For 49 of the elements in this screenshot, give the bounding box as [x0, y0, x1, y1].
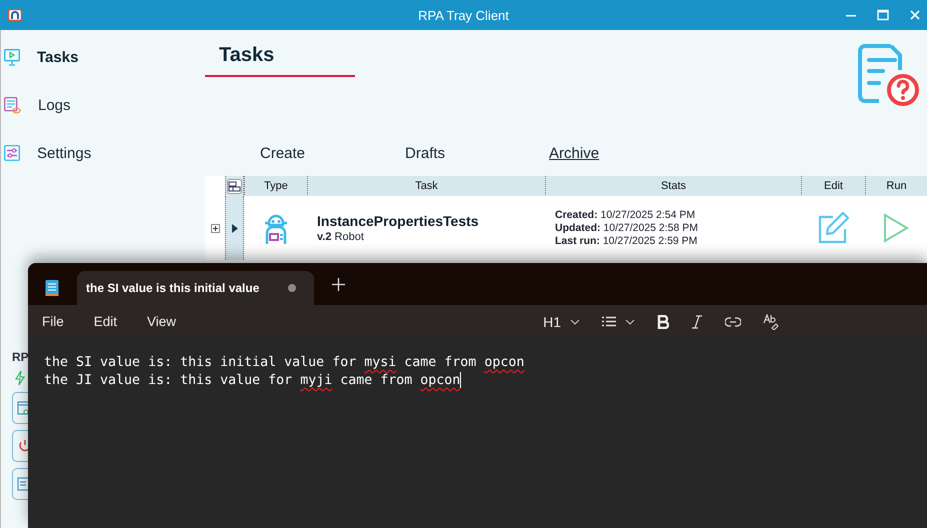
- window-icon: [17, 401, 29, 415]
- list-dropdown[interactable]: [602, 316, 635, 327]
- document-tab[interactable]: the SI value is this initial value: [77, 271, 314, 305]
- text-line: the JI value is: this value for myji came from opcon: [44, 372, 462, 390]
- sidebar-item[interactable]: Settings: [1, 142, 205, 164]
- task-version: v.2 Robot: [317, 231, 364, 243]
- column-chooser-icon[interactable]: [227, 178, 242, 194]
- chevron-down-icon: [625, 318, 635, 324]
- heading-dropdown[interactable]: H1: [543, 314, 580, 330]
- menu-item[interactable]: File: [42, 314, 64, 329]
- section-label: RP: [12, 350, 29, 364]
- column-header[interactable]: Stats: [545, 176, 801, 197]
- italic-icon[interactable]: [691, 314, 703, 328]
- sidebar-item[interactable]: Logs: [1, 94, 205, 116]
- page-title: Tasks: [205, 44, 355, 77]
- sliders-icon: [4, 145, 20, 161]
- task-name: InstancePropertiesTests: [317, 213, 479, 229]
- row-pointer-icon: [232, 224, 238, 232]
- task-stat: Last run: 10/27/2025 2:59 PM: [555, 234, 698, 248]
- task-stat: Created: 10/27/2025 2:54 PM: [555, 208, 696, 222]
- menu-item[interactable]: View: [147, 314, 176, 329]
- sidebar-item[interactable]: Tasks: [1, 46, 205, 68]
- maximize-icon[interactable]: [877, 9, 889, 21]
- text-editor[interactable]: the SI value is: this initial value for mysi came from opcon the JI value is: this value for myji came from opcon: [28, 338, 927, 528]
- app-icon: [8, 9, 22, 21]
- document-help-icon[interactable]: [855, 42, 921, 108]
- clear-format-icon[interactable]: [763, 314, 779, 330]
- monitor-icon: [4, 48, 20, 66]
- lightning-icon: [15, 370, 25, 386]
- notepad-icon: [45, 279, 59, 297]
- list-icon: [602, 316, 616, 327]
- link-icon[interactable]: [725, 316, 741, 326]
- tab[interactable]: Create: [260, 144, 306, 162]
- new-tab-icon[interactable]: [332, 278, 345, 291]
- expand-icon[interactable]: [210, 224, 220, 232]
- bold-icon[interactable]: [657, 314, 669, 328]
- tab[interactable]: Drafts: [405, 144, 446, 162]
- log-list-icon: [4, 96, 21, 114]
- chevron-down-icon: [570, 318, 580, 324]
- close-icon[interactable]: [909, 9, 921, 21]
- column-header[interactable]: Type: [244, 176, 307, 197]
- column-header[interactable]: Edit: [801, 176, 865, 197]
- task-stat: Updated: 10/27/2025 2:58 PM: [555, 222, 698, 234]
- menu-item[interactable]: Edit: [94, 314, 118, 329]
- text-line: the SI value is: this initial value for mysi came from opcon: [44, 354, 526, 372]
- window-title: RPA Tray Client: [418, 8, 509, 22]
- tab[interactable]: Archive: [549, 144, 600, 162]
- column-header[interactable]: Run: [865, 176, 927, 197]
- column-header[interactable]: Task: [307, 176, 545, 197]
